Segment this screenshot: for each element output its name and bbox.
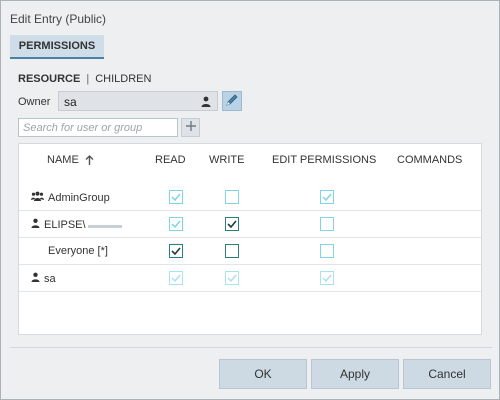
- person-icon: [201, 96, 211, 107]
- owner-field: sa: [58, 91, 218, 111]
- subtab-separator: |: [86, 73, 90, 85]
- row-name-cell: AdminGroup: [31, 191, 110, 204]
- row-name-cell: ELIPSE\: [31, 218, 122, 231]
- read-checkbox[interactable]: [169, 217, 183, 231]
- group-icon: [31, 191, 44, 204]
- search-user-group-input[interactable]: [18, 118, 178, 137]
- edit-permissions-checkbox: [320, 271, 334, 285]
- write-checkbox: [225, 271, 239, 285]
- edit-permissions-checkbox[interactable]: [320, 217, 334, 231]
- table-row[interactable]: sa: [19, 265, 481, 292]
- column-header-edit-permissions[interactable]: EDIT PERMISSIONS: [272, 154, 376, 166]
- person-icon: [31, 272, 40, 285]
- subtab-resource[interactable]: RESOURCE: [18, 73, 80, 85]
- read-checkbox[interactable]: [169, 190, 183, 204]
- sort-ascending-icon: [85, 154, 94, 166]
- edit-entry-dialog: Edit Entry (Public) PERMISSIONS RESOURCE…: [0, 0, 500, 400]
- write-checkbox[interactable]: [225, 190, 239, 204]
- resource-children-switch: RESOURCE | CHILDREN: [18, 73, 151, 85]
- read-checkbox: [169, 271, 183, 285]
- ok-button[interactable]: OK: [219, 359, 307, 389]
- table-row[interactable]: ELIPSE\: [19, 211, 481, 238]
- row-name-label: Everyone [*]: [48, 245, 108, 257]
- column-header-write[interactable]: WRITE: [209, 154, 244, 166]
- row-name-cell: sa: [31, 272, 56, 285]
- tab-permissions[interactable]: PERMISSIONS: [10, 35, 104, 59]
- column-header-name-label: NAME: [47, 154, 79, 166]
- row-name-cell: Everyone [*]: [31, 245, 108, 257]
- footer-divider: [10, 347, 492, 348]
- dialog-title: Edit Entry (Public): [10, 12, 107, 26]
- edit-permissions-checkbox[interactable]: [320, 190, 334, 204]
- row-name-label: ELIPSE\: [44, 218, 86, 231]
- apply-button[interactable]: Apply: [311, 359, 399, 389]
- column-header-name[interactable]: NAME: [47, 154, 94, 166]
- redacted-name-block: [87, 224, 122, 228]
- add-user-button[interactable]: [181, 118, 200, 137]
- write-checkbox[interactable]: [225, 217, 239, 231]
- table-row[interactable]: AdminGroup: [19, 184, 481, 211]
- subtab-children[interactable]: CHILDREN: [95, 73, 151, 85]
- table-row[interactable]: Everyone [*]: [19, 238, 481, 265]
- permissions-table: NAME READ WRITE EDIT PERMISSIONS COMMAND…: [18, 143, 482, 335]
- edit-permissions-checkbox[interactable]: [320, 244, 334, 258]
- edit-owner-button[interactable]: [222, 91, 242, 111]
- plus-icon: [185, 120, 197, 136]
- person-icon: [31, 218, 40, 231]
- cancel-button[interactable]: Cancel: [403, 359, 491, 389]
- write-checkbox[interactable]: [225, 244, 239, 258]
- row-name-label: sa: [44, 272, 56, 285]
- column-header-commands[interactable]: COMMANDS: [397, 154, 462, 166]
- read-checkbox[interactable]: [169, 244, 183, 258]
- owner-label: Owner: [18, 96, 51, 108]
- row-name-label: AdminGroup: [48, 191, 110, 204]
- column-header-read[interactable]: READ: [155, 154, 186, 166]
- pencil-icon: [225, 93, 239, 110]
- owner-value: sa: [64, 95, 77, 109]
